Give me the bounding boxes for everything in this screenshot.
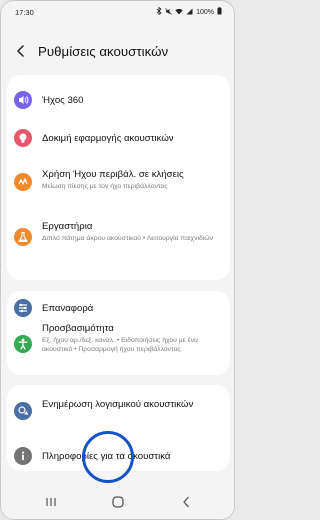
item-title: Επαναφορά (42, 303, 94, 314)
ambient-sound-icon (14, 173, 32, 191)
list-item-labs[interactable]: Εργαστήρια Διπλό πάτημα άκρου ακουστικού… (7, 221, 230, 261)
item-subtitle: Εξ. ήχου αρ./δεξ. καναλ. • Ειδοποιήσεις … (42, 337, 198, 353)
item-title: Ενημέρωση λογισμικού ακουστικών (42, 399, 194, 410)
360-audio-icon (14, 91, 32, 109)
list-item-360-audio[interactable]: Ήχος 360 (7, 91, 230, 111)
wifi-icon (175, 8, 183, 17)
back-nav-icon[interactable] (179, 495, 193, 509)
status-icons: 100% (156, 6, 222, 17)
item-subtitle: Διπλό πάτημα άκρου ακουστικού • Λειτουργ… (42, 235, 213, 242)
settings-group-features: Ήχος 360 Δοκιμή εφαρμογής ακουστικών Χρή… (7, 75, 230, 280)
item-subtitle: Μείωση πίεσης με τον ήχο περιβάλλοντος (42, 183, 168, 190)
item-title: Χρήση Ήχου περιβάλ. σε κλήσεις (42, 169, 184, 180)
item-title: Δοκιμή εφαρμογής ακουστικών (42, 133, 174, 144)
labs-flask-icon (14, 228, 32, 246)
accessibility-icon (14, 335, 32, 353)
software-update-icon (14, 402, 32, 420)
info-icon (14, 447, 32, 465)
list-item-earbud-fit-test[interactable]: Δοκιμή εφαρμογής ακουστικών (7, 129, 230, 149)
battery-level: 100% (196, 8, 214, 16)
list-item-reset[interactable]: Επαναφορά (7, 299, 230, 319)
home-icon[interactable] (111, 495, 125, 509)
back-button[interactable] (13, 43, 29, 59)
item-title: Ήχος 360 (42, 95, 84, 106)
list-item-software-update[interactable]: Ενημέρωση λογισμικού ακουστικών (7, 399, 230, 425)
phone-screen: 17:30 100% Ρυθμίσεις ακουστικών Ήχος 360… (0, 0, 235, 520)
item-title: Προσβασιμότητα (42, 323, 114, 334)
signal-icon (186, 8, 193, 17)
list-item-accessibility[interactable]: Προσβασιμότητα Εξ. ήχου αρ./δεξ. καναλ. … (7, 323, 230, 371)
bluetooth-icon (156, 6, 162, 17)
mute-icon (165, 8, 172, 17)
status-time: 17:30 (15, 7, 34, 17)
recent-apps-icon[interactable] (44, 495, 58, 509)
navigation-bar (1, 483, 234, 519)
reset-icon (14, 299, 32, 317)
page-header: Ρυθμίσεις ακουστικών (1, 37, 234, 65)
earbud-fit-icon (14, 129, 32, 147)
touch-indicator (82, 431, 134, 483)
settings-group-general: Επαναφορά Προσβασιμότητα Εξ. ήχου αρ./δε… (7, 291, 230, 375)
page-title: Ρυθμίσεις ακουστικών (38, 43, 169, 59)
battery-icon (217, 7, 222, 17)
status-bar: 17:30 100% (1, 1, 234, 23)
item-title: Εργαστήρια (42, 221, 93, 232)
list-item-ambient-calls[interactable]: Χρήση Ήχου περιβάλ. σε κλήσεις Μείωση πί… (7, 169, 230, 199)
chevron-left-icon (17, 45, 24, 57)
